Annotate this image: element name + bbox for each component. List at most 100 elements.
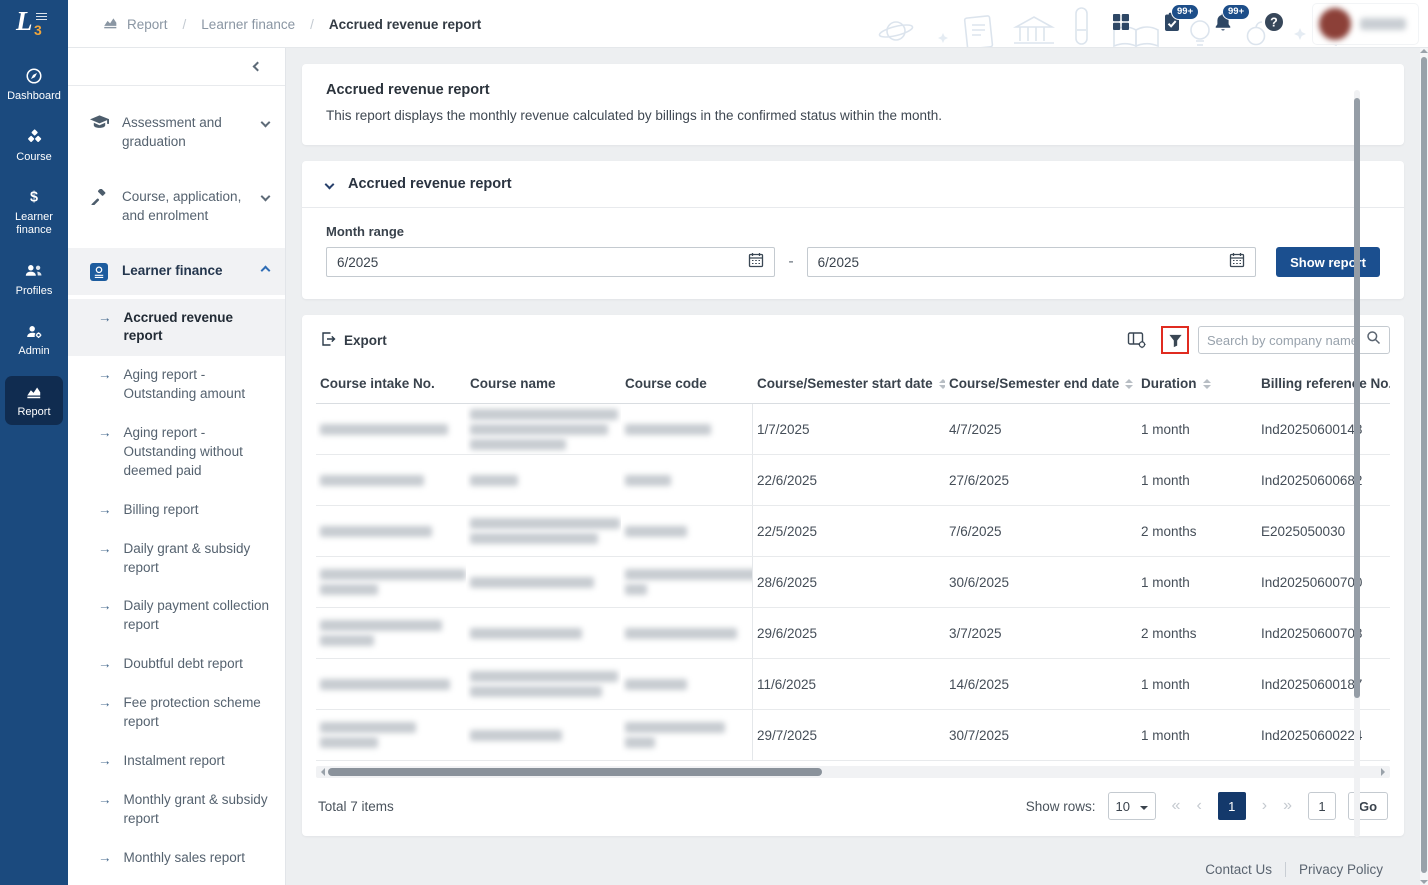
nav-item-monthly-grant-subsidy-report[interactable]: →Monthly grant & subsidy report (68, 781, 285, 839)
table-row[interactable]: 22/6/202527/6/20251 monthInd20250600682 (316, 455, 1390, 506)
nav-scrollbar[interactable] (1354, 90, 1360, 837)
sort-icon[interactable] (1125, 379, 1133, 389)
cell-course-code-redacted (621, 659, 753, 709)
month-to-field[interactable] (807, 247, 1256, 277)
report-filter-card: Accrued revenue report Month range - Sho… (302, 161, 1404, 299)
scroll-right-arrow[interactable] (1381, 768, 1389, 776)
tasks-button[interactable]: 99+ (1160, 12, 1184, 36)
month-from-field[interactable] (326, 247, 775, 277)
main-content: Accrued revenue report This report displ… (286, 48, 1420, 885)
column-header-course-semester-start-date[interactable]: Course/Semester start date (753, 364, 945, 403)
sidebar-item-report[interactable]: Report (5, 376, 63, 426)
nav-group-assessment-and-graduation[interactable]: Assessment and graduation (68, 100, 285, 166)
nav-item-daily-payment-collection-report[interactable]: →Daily payment collection report (68, 587, 285, 645)
nav-item-daily-grant-subsidy-report[interactable]: →Daily grant & subsidy report (68, 530, 285, 588)
apps-grid-button[interactable] (1109, 12, 1133, 36)
nav-group-course-application-and-enrolment[interactable]: Course, application, and enrolment (68, 174, 285, 240)
nav-item-payment-transaction-report[interactable]: →Payment transaction report (68, 877, 285, 885)
table-row[interactable]: 1/7/20254/7/20251 monthInd20250600143 (316, 404, 1390, 455)
nav-item-instalment-report[interactable]: →Instalment report (68, 742, 285, 781)
nav-item-label: Doubtful debt report (124, 655, 243, 674)
export-button[interactable]: Export (316, 331, 387, 350)
previous-page-button[interactable]: ‹ (1196, 797, 1201, 815)
nav-item-aging-report-outstanding-without-deemed-paid[interactable]: →Aging report - Outstanding without deem… (68, 414, 285, 491)
sidebar-item-label: Report (17, 406, 50, 419)
nav-item-accrued-revenue-report[interactable]: →Accrued revenue report (68, 299, 285, 357)
scrollbar-up-arrow[interactable] (1420, 49, 1428, 53)
table-search-input[interactable] (1207, 333, 1360, 348)
help-button[interactable]: ? (1262, 12, 1286, 36)
breadcrumb-item-accrued-revenue-report: Accrued revenue report (329, 17, 481, 32)
column-header-course-code: Course code (621, 364, 753, 403)
breadcrumb-item-learner-finance[interactable]: Learner finance (201, 17, 295, 32)
cell-billing-reference: E2025050030 (1257, 506, 1390, 556)
filter-button[interactable] (1161, 326, 1189, 354)
current-page-button[interactable]: 1 (1218, 792, 1246, 820)
sidebar-item-dashboard[interactable]: Dashboard (5, 60, 63, 110)
table-row[interactable]: 22/5/20257/6/20252 monthsE2025050030 (316, 506, 1390, 557)
column-header-course-semester-end-date[interactable]: Course/Semester end date (945, 364, 1137, 403)
month-to-input[interactable] (818, 255, 1229, 270)
filter-section-header[interactable]: Accrued revenue report (302, 161, 1404, 208)
rows-per-page-select[interactable]: 10 (1108, 792, 1156, 820)
redaction-blob (320, 737, 378, 748)
next-page-button[interactable]: › (1262, 797, 1267, 815)
table-row[interactable]: 29/6/20253/7/20252 monthsInd20250600703 (316, 608, 1390, 659)
footer-link-privacy-policy[interactable]: Privacy Policy (1285, 862, 1396, 877)
nav-item-doubtful-debt-report[interactable]: →Doubtful debt report (68, 645, 285, 684)
app-logo[interactable]: L 3 (0, 0, 68, 48)
last-page-button[interactable]: » (1283, 797, 1292, 815)
nav-item-monthly-sales-report[interactable]: →Monthly sales report (68, 839, 285, 878)
scrollbar-down-arrow[interactable] (1420, 880, 1428, 884)
apps-grid-icon (1110, 11, 1132, 38)
column-header-duration[interactable]: Duration (1137, 364, 1257, 403)
sidebar-item-profiles[interactable]: Profiles (5, 255, 63, 305)
nav-group-learner-finance[interactable]: Learner finance (68, 248, 285, 295)
cell-course-name-redacted (466, 404, 621, 454)
redaction-blob (320, 475, 424, 486)
cell-course-intake-redacted (316, 557, 466, 607)
nav-scrollbar-thumb[interactable] (1354, 98, 1360, 698)
calendar-icon[interactable] (748, 252, 764, 273)
user-menu[interactable] (1313, 4, 1418, 44)
show-report-button[interactable]: Show report (1276, 247, 1380, 277)
nav-item-billing-report[interactable]: →Billing report (68, 491, 285, 530)
redaction-blob (625, 722, 725, 733)
breadcrumb-item-report[interactable]: Report (102, 15, 168, 33)
redacted-text (470, 518, 613, 544)
column-settings-button[interactable] (1122, 327, 1152, 353)
cell-end-date: 4/7/2025 (945, 404, 1137, 454)
footer-link-contact-us[interactable]: Contact Us (1192, 862, 1285, 877)
cell-billing-reference: Ind20250600700 (1257, 557, 1390, 607)
goto-page-input[interactable] (1308, 792, 1336, 820)
collapse-panel-button[interactable] (68, 48, 285, 86)
column-label: Course/Semester end date (949, 376, 1119, 391)
horizontal-scrollbar-thumb[interactable] (328, 768, 822, 776)
nav-item-fee-protection-scheme-report[interactable]: →Fee protection scheme report (68, 684, 285, 742)
sort-icon[interactable] (1203, 379, 1211, 389)
doodle-planet-icon (878, 22, 913, 40)
sidebar-item-learner-finance[interactable]: $Learner finance (5, 181, 63, 243)
table-search-field[interactable] (1198, 326, 1390, 354)
chevron-down-icon (261, 118, 271, 128)
sidebar-item-course[interactable]: Course (5, 121, 63, 171)
calendar-icon[interactable] (1229, 252, 1245, 273)
table-row[interactable]: 28/6/202530/6/20251 monthInd20250600700 (316, 557, 1390, 608)
sidebar-item-admin[interactable]: Admin (5, 315, 63, 365)
redaction-blob (625, 569, 753, 580)
redacted-text (320, 679, 458, 690)
table-horizontal-scrollbar[interactable] (316, 766, 1390, 778)
month-from-input[interactable] (337, 255, 748, 270)
assessment-and-graduation-icon (90, 115, 110, 130)
page-scrollbar-thumb[interactable] (1421, 57, 1427, 873)
svg-text:?: ? (1270, 15, 1278, 29)
page-scrollbar[interactable] (1420, 48, 1428, 885)
first-page-button[interactable]: « (1172, 797, 1181, 815)
table-row[interactable]: 11/6/202514/6/20251 monthInd20250600187 (316, 659, 1390, 710)
arrow-right-icon: → (98, 791, 112, 829)
redaction-blob (625, 424, 711, 435)
nav-item-aging-report-outstanding-amount[interactable]: →Aging report - Outstanding amount (68, 356, 285, 414)
scroll-left-arrow[interactable] (317, 768, 325, 776)
notifications-bell-button[interactable]: 99+ (1211, 12, 1235, 36)
table-row[interactable]: 29/7/202530/7/20251 monthInd20250600224 (316, 710, 1390, 761)
